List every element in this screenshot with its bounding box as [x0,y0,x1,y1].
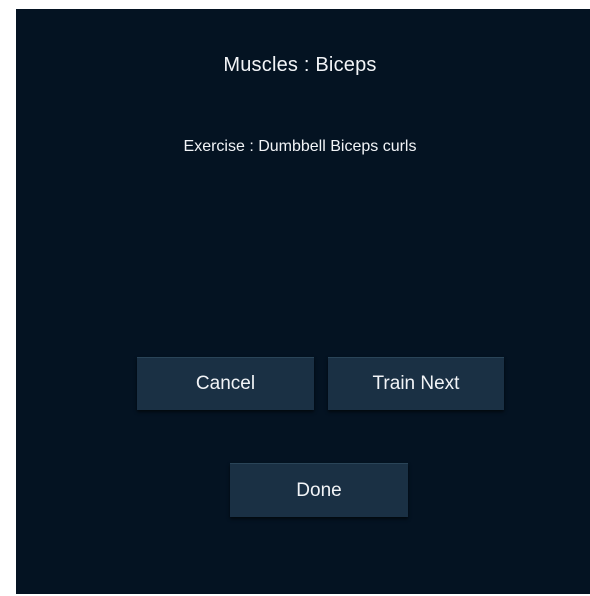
muscle-title: Muscles : Biceps [223,54,377,76]
screen: Muscles : Biceps Exercise : Dumbbell Bic… [0,0,590,596]
cancel-button[interactable]: Cancel [137,357,314,410]
exercise-subtitle: Exercise : Dumbbell Biceps curls [183,138,417,155]
done-button[interactable]: Done [230,463,408,517]
train-next-button[interactable]: Train Next [328,357,504,410]
